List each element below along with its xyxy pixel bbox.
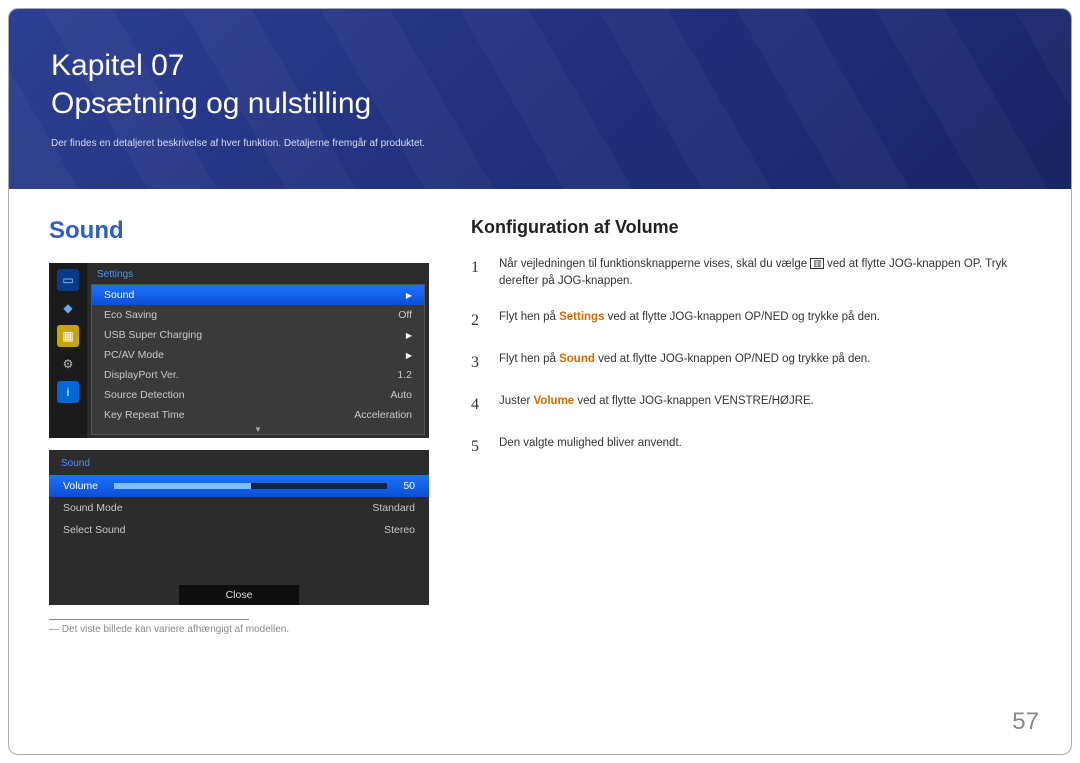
osd-sidebar: ▭ ◆ ▦ ⚙ i xyxy=(49,263,87,438)
keyword-sound: Sound xyxy=(559,353,595,365)
footnote-text: Det viste billede kan variere afhængigt … xyxy=(62,624,289,635)
page-number: 57 xyxy=(1012,708,1039,736)
right-column: Konfiguration af Volume 1 Når vejledning… xyxy=(471,217,1031,635)
volume-slider[interactable] xyxy=(114,483,387,489)
osd-row-volume[interactable]: Volume 50 xyxy=(49,475,429,497)
osd-row-value: Off xyxy=(398,309,412,321)
footnote: ― Det viste billede kan variere afhængig… xyxy=(49,624,429,635)
footnote-marker: ― xyxy=(49,624,59,635)
osd-row-selectsound[interactable]: Select Sound Stereo xyxy=(49,519,429,541)
osd-row-dpver[interactable]: DisplayPort Ver. 1.2 xyxy=(92,365,424,385)
step-number: 3 xyxy=(471,351,485,375)
chapter-line: Kapitel 07 xyxy=(51,49,184,82)
osd-settings-list: Sound ▶ Eco Saving Off USB Super Chargin… xyxy=(91,284,425,435)
step-number: 1 xyxy=(471,256,485,291)
osd-row-value: 1.2 xyxy=(397,369,412,381)
osd-row-value: Auto xyxy=(390,389,412,401)
step-2: 2 Flyt hen på Settings ved at flytte JOG… xyxy=(471,309,1031,333)
osd-row-usb[interactable]: USB Super Charging ▶ xyxy=(92,325,424,345)
step-text: Juster Volume ved at flytte JOG-knappen … xyxy=(499,393,814,417)
osd-row-source[interactable]: Source Detection Auto xyxy=(92,385,424,405)
gear-icon[interactable]: ⚙ xyxy=(57,353,79,375)
osd-settings-header: Settings xyxy=(87,263,429,284)
osd-row-value: Stereo xyxy=(384,524,415,536)
osd-row-value: 50 xyxy=(403,480,415,492)
step-number: 2 xyxy=(471,309,485,333)
keyword-volume: Volume xyxy=(534,395,575,407)
footnote-rule xyxy=(49,619,249,620)
info-icon[interactable]: i xyxy=(57,381,79,403)
osd-settings-main: Settings Sound ▶ Eco Saving Off USB Supe… xyxy=(87,263,429,438)
keyword-settings: Settings xyxy=(559,311,604,323)
step-number: 5 xyxy=(471,435,485,459)
osd-row-label: DisplayPort Ver. xyxy=(104,369,179,381)
left-column: Sound ▭ ◆ ▦ ⚙ i Settings Sound ▶ xyxy=(49,217,429,635)
step-4: 4 Juster Volume ved at flytte JOG-knappe… xyxy=(471,393,1031,417)
close-button[interactable]: Close xyxy=(179,585,299,605)
menu-icon: ▥ xyxy=(810,258,824,269)
osd-row-value: Acceleration xyxy=(354,409,412,421)
step-text: Flyt hen på Sound ved at flytte JOG-knap… xyxy=(499,351,870,375)
page-frame: Kapitel 07 Opsætning og nulstilling Der … xyxy=(8,8,1072,755)
osd-row-label: Sound xyxy=(104,289,134,301)
step-1: 1 Når vejledningen til funktionsknappern… xyxy=(471,256,1031,291)
chapter-title: Opsætning og nulstilling xyxy=(51,87,371,120)
scroll-down-icon[interactable]: ▼ xyxy=(92,425,424,434)
step-3: 3 Flyt hen på Sound ved at flytte JOG-kn… xyxy=(471,351,1031,375)
osd-row-label: Sound Mode xyxy=(63,502,123,514)
osd-row-eco[interactable]: Eco Saving Off xyxy=(92,305,424,325)
step-text: Når vejledningen til funktionsknapperne … xyxy=(499,256,1031,291)
config-volume-title: Konfiguration af Volume xyxy=(471,217,1031,238)
osd-sound-header: Sound xyxy=(49,450,429,475)
section-title-sound: Sound xyxy=(49,217,429,245)
monitor-icon[interactable]: ▭ xyxy=(57,269,79,291)
osd-row-label: Key Repeat Time xyxy=(104,409,185,421)
osd-row-label: USB Super Charging xyxy=(104,329,202,341)
palette-icon[interactable]: ▦ xyxy=(57,325,79,347)
osd-row-value: Standard xyxy=(372,502,415,514)
osd-row-label: PC/AV Mode xyxy=(104,349,164,361)
chapter-banner: Kapitel 07 Opsætning og nulstilling Der … xyxy=(9,9,1071,189)
osd-row-sound[interactable]: Sound ▶ xyxy=(92,285,424,305)
osd-row-label: Volume xyxy=(63,480,98,492)
osd-sound-menu: Sound Volume 50 Sound Mode Standard Sele… xyxy=(49,450,429,605)
chevron-right-icon: ▶ xyxy=(406,331,412,340)
steps-list: 1 Når vejledningen til funktionsknappern… xyxy=(471,256,1031,459)
osd-row-label: Select Sound xyxy=(63,524,125,536)
volume-fill xyxy=(114,483,251,489)
step-number: 4 xyxy=(471,393,485,417)
chevron-right-icon: ▶ xyxy=(406,351,412,360)
step-text: Den valgte mulighed bliver anvendt. xyxy=(499,435,682,459)
osd-settings-menu: ▭ ◆ ▦ ⚙ i Settings Sound ▶ Eco Saving xyxy=(49,263,429,438)
osd-row-pcav[interactable]: PC/AV Mode ▶ xyxy=(92,345,424,365)
osd-row-keyrepeat[interactable]: Key Repeat Time Acceleration xyxy=(92,405,424,425)
osd-row-label: Source Detection xyxy=(104,389,185,401)
chevron-right-icon: ▶ xyxy=(406,291,412,300)
step-text: Flyt hen på Settings ved at flytte JOG-k… xyxy=(499,309,880,333)
osd-row-soundmode[interactable]: Sound Mode Standard xyxy=(49,497,429,519)
rotate-icon[interactable]: ◆ xyxy=(57,297,79,319)
chapter-heading: Kapitel 07 Opsætning og nulstilling xyxy=(51,47,1029,122)
osd-row-label: Eco Saving xyxy=(104,309,157,321)
content-area: Sound ▭ ◆ ▦ ⚙ i Settings Sound ▶ xyxy=(9,189,1071,635)
chapter-description: Der findes en detaljeret beskrivelse af … xyxy=(51,138,1029,149)
step-5: 5 Den valgte mulighed bliver anvendt. xyxy=(471,435,1031,459)
